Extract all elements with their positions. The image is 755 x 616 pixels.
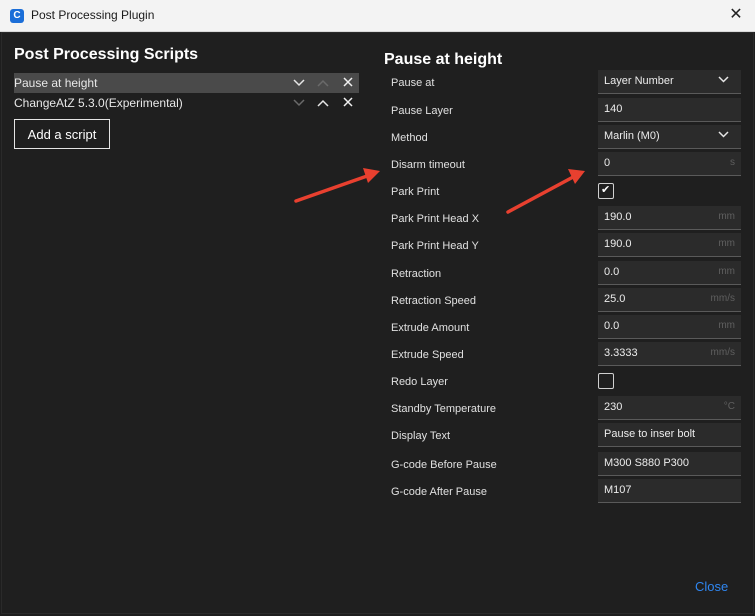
annotation-arrow-label bbox=[294, 168, 380, 203]
close-button[interactable]: Close bbox=[695, 579, 728, 594]
annotation-arrow-field bbox=[506, 169, 585, 214]
annotation-arrows bbox=[294, 168, 585, 214]
